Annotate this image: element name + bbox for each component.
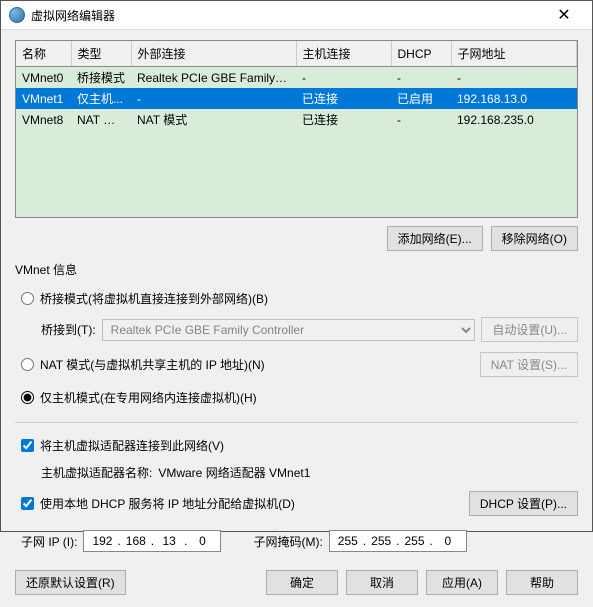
bridged-adapter-select: Realtek PCIe GBE Family Controller — [102, 319, 476, 341]
mask-octet[interactable] — [401, 534, 429, 548]
mask-octet[interactable] — [367, 534, 395, 548]
subnet-row: 子网 IP (I): . . . 子网掩码(M): . . . — [21, 530, 578, 552]
host-adapter-row: 主机虚拟适配器名称: VMware 网络适配器 VMnet1 — [41, 464, 578, 481]
help-button[interactable]: 帮助 — [506, 570, 578, 595]
table-header-row: 名称 类型 外部连接 主机连接 DHCP 子网地址 — [16, 41, 577, 67]
use-dhcp-checkbox[interactable] — [21, 497, 34, 510]
cancel-button[interactable]: 取消 — [346, 570, 418, 595]
mask-octet[interactable] — [334, 534, 362, 548]
connect-host-row[interactable]: 将主机虚拟适配器连接到此网络(V) — [21, 437, 578, 454]
footer: 还原默认设置(R) 确定 取消 应用(A) 帮助 — [1, 562, 592, 607]
dhcp-settings-button[interactable]: DHCP 设置(P)... — [469, 491, 578, 516]
nat-label: NAT 模式(与虚拟机共享主机的 IP 地址)(N) — [40, 356, 265, 373]
col-dhcp[interactable]: DHCP — [391, 41, 451, 67]
col-name[interactable]: 名称 — [16, 41, 71, 67]
col-ext[interactable]: 外部连接 — [131, 41, 296, 67]
col-subnet[interactable]: 子网地址 — [451, 41, 577, 67]
nat-settings-button: NAT 设置(S)... — [480, 352, 578, 377]
connect-host-checkbox[interactable] — [21, 439, 34, 452]
subnet-mask-input[interactable]: . . . — [329, 530, 467, 552]
dialog-window: 虚拟网络编辑器 ✕ 名称 类型 外部连接 主机连接 DHCP 子网地址 — [0, 0, 593, 532]
hostonly-radio[interactable] — [21, 391, 34, 404]
nat-radio[interactable] — [21, 358, 34, 371]
use-dhcp-row[interactable]: 使用本地 DHCP 服务将 IP 地址分配给虚拟机(D) DHCP 设置(P).… — [21, 491, 578, 516]
subnet-ip-input[interactable]: . . . — [83, 530, 221, 552]
hostonly-radio-row[interactable]: 仅主机模式(在专用网络内连接虚拟机)(H) — [21, 389, 578, 406]
ip-octet[interactable] — [88, 534, 116, 548]
table-row[interactable]: VMnet0 桥接模式 Realtek PCIe GBE Family Co..… — [16, 67, 577, 89]
hostonly-label: 仅主机模式(在专用网络内连接虚拟机)(H) — [40, 389, 257, 406]
content-area: 名称 类型 外部连接 主机连接 DHCP 子网地址 VMnet0 桥接模式 Re… — [1, 30, 592, 562]
use-dhcp-label: 使用本地 DHCP 服务将 IP 地址分配给虚拟机(D) — [40, 495, 295, 512]
apply-button[interactable]: 应用(A) — [426, 570, 498, 595]
col-type[interactable]: 类型 — [71, 41, 131, 67]
bridged-radio[interactable] — [21, 292, 34, 305]
ip-octet[interactable] — [155, 534, 183, 548]
ip-octet[interactable] — [122, 534, 150, 548]
add-network-button[interactable]: 添加网络(E)... — [387, 226, 483, 251]
table-row[interactable]: VMnet1 仅主机... - 已连接 已启用 192.168.13.0 — [16, 88, 577, 109]
subnet-ip-label: 子网 IP (I): — [21, 533, 77, 550]
bridged-to-row: 桥接到(T): Realtek PCIe GBE Family Controll… — [41, 317, 578, 342]
bridged-to-label: 桥接到(T): — [41, 321, 96, 338]
vmnet-info-title: VMnet 信息 — [15, 261, 578, 278]
connect-host-label: 将主机虚拟适配器连接到此网络(V) — [40, 437, 224, 454]
ip-octet[interactable] — [188, 534, 216, 548]
close-icon[interactable]: ✕ — [544, 1, 584, 29]
titlebar: 虚拟网络编辑器 ✕ — [1, 1, 592, 30]
nat-radio-row[interactable]: NAT 模式(与虚拟机共享主机的 IP 地址)(N) NAT 设置(S)... — [21, 352, 578, 377]
col-host[interactable]: 主机连接 — [296, 41, 391, 67]
auto-settings-button: 自动设置(U)... — [481, 317, 578, 342]
subnet-mask-label: 子网掩码(M): — [253, 533, 322, 550]
host-adapter-name: VMware 网络适配器 VMnet1 — [158, 464, 310, 481]
separator — [15, 422, 578, 423]
app-icon — [9, 7, 25, 23]
bridged-label: 桥接模式(将虚拟机直接连接到外部网络)(B) — [40, 290, 268, 307]
bridged-radio-row[interactable]: 桥接模式(将虚拟机直接连接到外部网络)(B) — [21, 290, 578, 307]
host-adapter-label: 主机虚拟适配器名称: — [41, 464, 152, 481]
ok-button[interactable]: 确定 — [266, 570, 338, 595]
window-title: 虚拟网络编辑器 — [31, 7, 544, 24]
table-row[interactable]: VMnet8 NAT 模式 NAT 模式 已连接 - 192.168.235.0 — [16, 109, 577, 130]
table-button-row: 添加网络(E)... 移除网络(O) — [15, 226, 578, 251]
network-table[interactable]: 名称 类型 外部连接 主机连接 DHCP 子网地址 VMnet0 桥接模式 Re… — [15, 40, 578, 218]
remove-network-button[interactable]: 移除网络(O) — [491, 226, 578, 251]
restore-defaults-button[interactable]: 还原默认设置(R) — [15, 570, 126, 595]
mask-octet[interactable] — [434, 534, 462, 548]
